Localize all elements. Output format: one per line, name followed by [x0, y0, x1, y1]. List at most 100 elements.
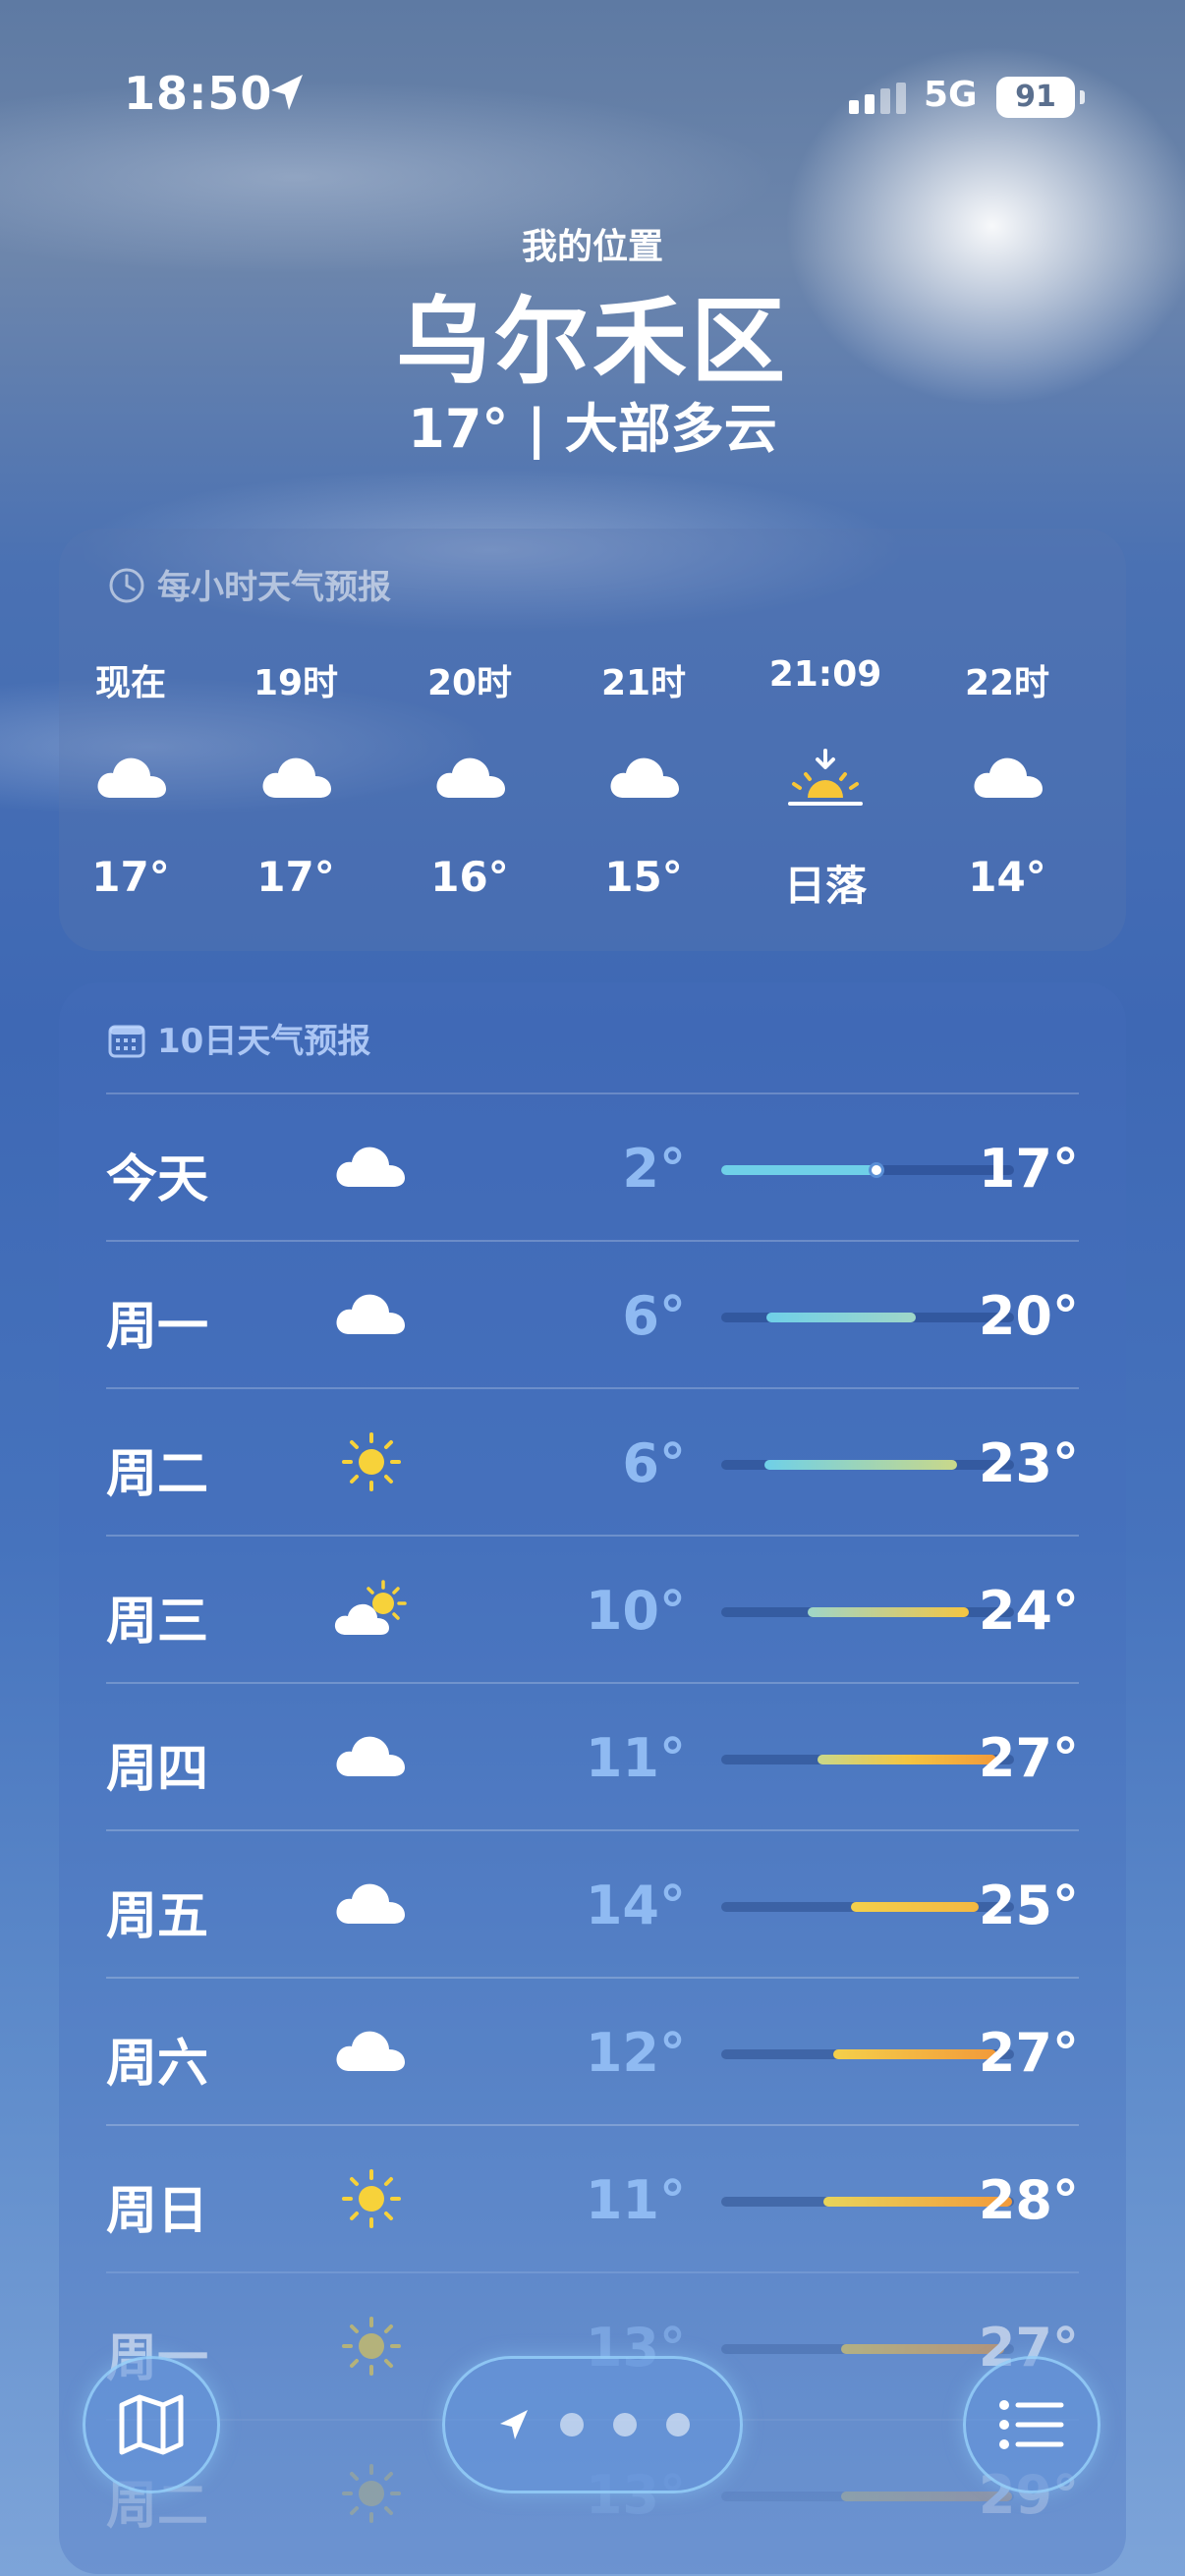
- day-high-temp: 23°: [978, 1432, 1079, 1494]
- daily-forecast-card[interactable]: 10日天气预报 今天 2° 17° 周一 6° 20° 周二 6° 23° 周三…: [59, 982, 1126, 2574]
- cloud-icon: [974, 757, 1043, 798]
- temp-range-bar: [766, 1313, 916, 1322]
- day-high-temp: 28°: [978, 2169, 1079, 2231]
- page-dot[interactable]: [560, 2413, 584, 2436]
- battery-indicator: 91: [996, 77, 1085, 118]
- temp-range-bar: [808, 1607, 969, 1617]
- hour-label: 21时: [600, 663, 687, 703]
- clock-icon: [109, 568, 144, 603]
- cloud-icon: [336, 1147, 405, 1187]
- cloud-icon: [336, 1294, 405, 1334]
- hour-item: 现在 17°: [47, 654, 214, 901]
- hourly-forecast-header: 每小时天气预报: [108, 560, 391, 608]
- hour-item: 20时 16°: [386, 654, 553, 901]
- temp-range-track: [721, 2344, 1014, 2354]
- cloud-icon: [610, 757, 679, 798]
- day-low-temp: 12°: [585, 2022, 686, 2084]
- cloud-icon: [336, 2031, 405, 2071]
- list-icon: [999, 2400, 1064, 2449]
- network-type: 5G: [924, 75, 978, 115]
- temp-range-track: [721, 1460, 1014, 1470]
- day-row[interactable]: 周五 14° 25°: [106, 1829, 1079, 1979]
- hour-label: 22时: [964, 663, 1050, 703]
- temp-range-track: [721, 1607, 1014, 1617]
- sun-icon: [342, 1432, 401, 1491]
- day-label: 周六: [106, 2035, 209, 2094]
- day-high-temp: 27°: [978, 1727, 1079, 1789]
- day-row[interactable]: 周日 11° 28°: [106, 2124, 1079, 2273]
- location-list-button[interactable]: [963, 2356, 1100, 2493]
- day-low-temp: 11°: [585, 2169, 686, 2231]
- hour-item: 22时 14°: [924, 654, 1091, 901]
- current-temp-dot: [869, 1162, 884, 1178]
- hour-label: 21:09: [768, 654, 882, 695]
- day-low-temp: 10°: [585, 1580, 686, 1642]
- day-label: 周三: [106, 1593, 209, 1652]
- temp-range-bar: [818, 1755, 996, 1764]
- day-row[interactable]: 今天 2° 17°: [106, 1092, 1079, 1242]
- cloud-icon: [336, 1736, 405, 1776]
- day-low-temp: 6°: [622, 1285, 686, 1347]
- location-title: 乌尔禾区: [396, 287, 789, 397]
- day-low-temp: 14°: [585, 1875, 686, 1936]
- day-row[interactable]: 周六 12° 27°: [106, 1977, 1079, 2126]
- hour-label: 现在: [94, 663, 166, 703]
- hour-item: 21时 15°: [560, 654, 727, 901]
- hourly-forecast-title: 每小时天气预报: [157, 568, 391, 607]
- day-row[interactable]: 周三 10° 24°: [106, 1535, 1079, 1684]
- page-indicator[interactable]: [442, 2356, 743, 2493]
- cloud-icon: [336, 1883, 405, 1924]
- calendar-icon: [108, 1025, 145, 1058]
- day-row[interactable]: 周四 11° 27°: [106, 1682, 1079, 1831]
- location-subtitle: 我的位置: [521, 227, 663, 267]
- hour-item: 21:09 日落: [742, 654, 909, 913]
- cloud-icon: [262, 757, 331, 798]
- temp-range-bar: [721, 1165, 882, 1175]
- hourly-forecast-card[interactable]: 每小时天气预报 现在 17° 19时 17° 20时 16° 21时 15° 2…: [59, 529, 1126, 951]
- hour-temp: 15°: [604, 853, 683, 901]
- day-label: 周二: [106, 1445, 209, 1504]
- day-high-temp: 17°: [978, 1138, 1079, 1200]
- temp-range-track: [721, 2197, 1014, 2207]
- hour-item: 19时 17°: [212, 654, 379, 901]
- signal-icon: [849, 83, 906, 114]
- hour-temp: 16°: [430, 853, 509, 901]
- day-label: 今天: [106, 1150, 209, 1209]
- temp-range-track: [721, 1162, 1014, 1178]
- status-time: 18:50: [124, 67, 273, 120]
- temp-range-bar: [833, 2049, 996, 2059]
- daily-forecast-title: 10日天气预报: [157, 1022, 371, 1061]
- daily-forecast-header: 10日天气预报: [108, 1014, 370, 1062]
- page-dot[interactable]: [613, 2413, 637, 2436]
- temp-range-bar: [764, 1460, 957, 1470]
- location-arrow-icon: [500, 2410, 528, 2439]
- current-condition: 17° | 大部多云: [408, 398, 777, 460]
- sunset-icon: [788, 749, 863, 806]
- temp-range-track: [721, 1313, 1014, 1322]
- day-high-temp: 24°: [978, 1580, 1079, 1642]
- day-label: 周日: [106, 2182, 209, 2241]
- temp-range-track: [721, 2492, 1014, 2501]
- temp-range-track: [721, 1755, 1014, 1764]
- hour-temp: 日落: [783, 862, 867, 910]
- sun-icon: [342, 2317, 401, 2376]
- day-low-temp: 2°: [622, 1138, 686, 1200]
- temp-range-track: [721, 2049, 1014, 2059]
- hour-label: 19时: [253, 663, 339, 703]
- page-dot[interactable]: [666, 2413, 690, 2436]
- cloud-icon: [97, 757, 166, 798]
- temp-range-bar: [851, 1902, 979, 1912]
- day-low-temp: 11°: [585, 1727, 686, 1789]
- day-row[interactable]: 周一 6° 20°: [106, 1240, 1079, 1389]
- day-high-temp: 20°: [978, 1285, 1079, 1347]
- day-label: 周五: [106, 1887, 209, 1946]
- day-high-temp: 27°: [978, 2022, 1079, 2084]
- cloud-icon: [436, 757, 505, 798]
- hour-temp: 14°: [968, 853, 1046, 901]
- map-button[interactable]: [83, 2356, 220, 2493]
- day-row[interactable]: 周二 6° 23°: [106, 1387, 1079, 1537]
- hour-temp: 17°: [91, 853, 170, 901]
- day-low-temp: 6°: [622, 1432, 686, 1494]
- temp-range-track: [721, 1902, 1014, 1912]
- sun-icon: [342, 2464, 401, 2523]
